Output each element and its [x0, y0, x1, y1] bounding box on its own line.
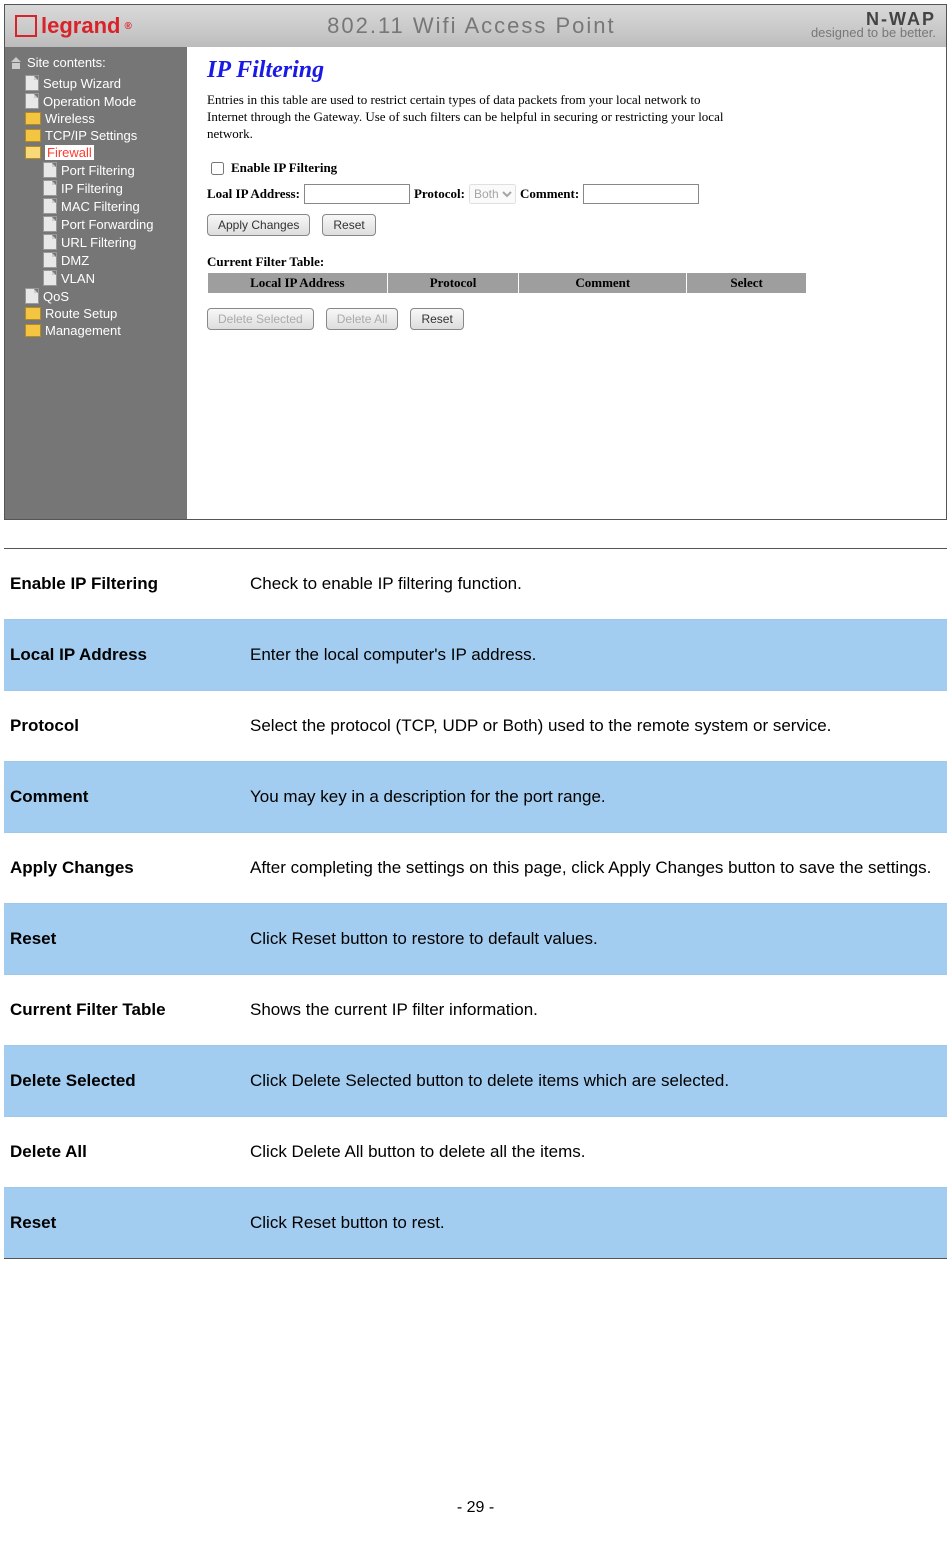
def-label: Apply Changes [10, 851, 250, 885]
sidebar-item-management[interactable]: Management [25, 322, 183, 339]
page-title: 802.11 Wifi Access Point [327, 13, 616, 39]
page-icon [43, 216, 57, 232]
definitions-table: Enable IP FilteringCheck to enable IP fi… [4, 548, 947, 1259]
filter-table: Local IP Address Protocol Comment Select [207, 272, 807, 294]
folder-icon [25, 112, 41, 125]
sidebar-item-mac-filtering[interactable]: MAC Filtering [43, 197, 183, 215]
def-label: Enable IP Filtering [10, 567, 250, 601]
def-row: Apply ChangesAfter completing the settin… [4, 833, 947, 904]
page-icon [43, 162, 57, 178]
comment-input[interactable] [583, 184, 699, 204]
page-icon [25, 75, 39, 91]
th-comment: Comment [519, 272, 687, 293]
filter-table-title: Current Filter Table: [207, 254, 926, 270]
page-icon [43, 180, 57, 196]
sidebar-item-route-setup[interactable]: Route Setup [25, 305, 183, 322]
delete-all-button[interactable]: Delete All [326, 308, 399, 330]
page-icon [43, 270, 57, 286]
def-row: Delete AllClick Delete All button to del… [4, 1117, 947, 1188]
reset-button[interactable]: Reset [322, 214, 375, 236]
def-label: Current Filter Table [10, 993, 250, 1027]
sidebar-item-url-filtering[interactable]: URL Filtering [43, 233, 183, 251]
sidebar-item-qos[interactable]: QoS [25, 287, 183, 305]
folder-icon [25, 307, 41, 320]
page-icon [43, 252, 57, 268]
page-icon [43, 198, 57, 214]
sidebar-item-port-filtering[interactable]: Port Filtering [43, 161, 183, 179]
enable-row: Enable IP Filtering [207, 159, 926, 178]
def-desc: Click Delete Selected button to delete i… [250, 1064, 941, 1098]
def-row: Delete SelectedClick Delete Selected but… [4, 1046, 947, 1117]
brand-right: N-WAP designed to be better. [811, 12, 936, 40]
folder-open-icon [25, 146, 41, 159]
sidebar-item-setup-wizard[interactable]: Setup Wizard [25, 74, 183, 92]
def-desc: Check to enable IP filtering function. [250, 567, 941, 601]
def-row: CommentYou may key in a description for … [4, 762, 947, 833]
def-row: ResetClick Reset button to restore to de… [4, 904, 947, 975]
intro-text: Entries in this table are used to restri… [207, 92, 727, 143]
enable-label: Enable IP Filtering [231, 160, 337, 176]
def-row: ResetClick Reset button to rest. [4, 1188, 947, 1258]
def-desc: Select the protocol (TCP, UDP or Both) u… [250, 709, 941, 743]
def-row: ProtocolSelect the protocol (TCP, UDP or… [4, 691, 947, 762]
def-desc: Click Reset button to restore to default… [250, 922, 941, 956]
def-label: Reset [10, 1206, 250, 1240]
def-desc: Click Delete All button to delete all th… [250, 1135, 941, 1169]
ip-row: Loal IP Address: Protocol: Both Comment: [207, 184, 926, 204]
sidebar-item-ip-filtering[interactable]: IP Filtering [43, 179, 183, 197]
sidebar-item-port-forwarding[interactable]: Port Forwarding [43, 215, 183, 233]
def-desc: After completing the settings on this pa… [250, 851, 941, 885]
folder-icon [25, 129, 41, 142]
page-icon [25, 288, 39, 304]
def-row: Enable IP FilteringCheck to enable IP fi… [4, 549, 947, 620]
def-desc: Click Reset button to rest. [250, 1206, 941, 1240]
def-label: Delete Selected [10, 1064, 250, 1098]
th-local-ip: Local IP Address [208, 272, 388, 293]
enable-ip-filtering-checkbox[interactable] [211, 162, 224, 175]
folder-icon [25, 324, 41, 337]
protocol-select[interactable]: Both [469, 184, 516, 204]
logo-square-icon [15, 15, 37, 37]
def-desc: You may key in a description for the por… [250, 780, 941, 814]
content-panel: IP Filtering Entries in this table are u… [187, 47, 946, 519]
apply-changes-button[interactable]: Apply Changes [207, 214, 310, 236]
def-desc: Shows the current IP filter information. [250, 993, 941, 1027]
def-label: Delete All [10, 1135, 250, 1169]
brand-slogan: designed to be better. [811, 26, 936, 40]
sidebar-item-wireless[interactable]: Wireless [25, 110, 183, 127]
def-label: Comment [10, 780, 250, 814]
sidebar-item-tcpip[interactable]: TCP/IP Settings [25, 127, 183, 144]
page-icon [43, 234, 57, 250]
comment-label: Comment: [520, 186, 579, 202]
def-label: Local IP Address [10, 638, 250, 672]
def-row: Current Filter TableShows the current IP… [4, 975, 947, 1046]
th-select: Select [687, 272, 807, 293]
home-icon [9, 57, 23, 69]
def-label: Protocol [10, 709, 250, 743]
local-ip-input[interactable] [304, 184, 410, 204]
brand-name: N-WAP [811, 12, 936, 26]
logo-text: legrand [41, 13, 120, 39]
page-icon [25, 93, 39, 109]
router-screenshot: legrand® 802.11 Wifi Access Point N-WAP … [4, 4, 947, 520]
def-desc: Enter the local computer's IP address. [250, 638, 941, 672]
protocol-label: Protocol: [414, 186, 465, 202]
site-contents-title: Site contents: [9, 53, 183, 74]
def-label: Reset [10, 922, 250, 956]
page-number: - 29 - [4, 1499, 947, 1517]
th-protocol: Protocol [387, 272, 519, 293]
delete-selected-button[interactable]: Delete Selected [207, 308, 314, 330]
topbar: legrand® 802.11 Wifi Access Point N-WAP … [5, 5, 946, 47]
logo: legrand® [15, 13, 132, 39]
sidebar: Site contents: Setup Wizard Operation Mo… [5, 47, 187, 519]
local-ip-label: Loal IP Address: [207, 186, 300, 202]
content-heading: IP Filtering [207, 57, 926, 84]
reset2-button[interactable]: Reset [410, 308, 463, 330]
sidebar-item-dmz[interactable]: DMZ [43, 251, 183, 269]
def-row: Local IP AddressEnter the local computer… [4, 620, 947, 691]
sidebar-item-firewall[interactable]: Firewall [25, 144, 183, 161]
sidebar-item-vlan[interactable]: VLAN [43, 269, 183, 287]
sidebar-item-operation-mode[interactable]: Operation Mode [25, 92, 183, 110]
